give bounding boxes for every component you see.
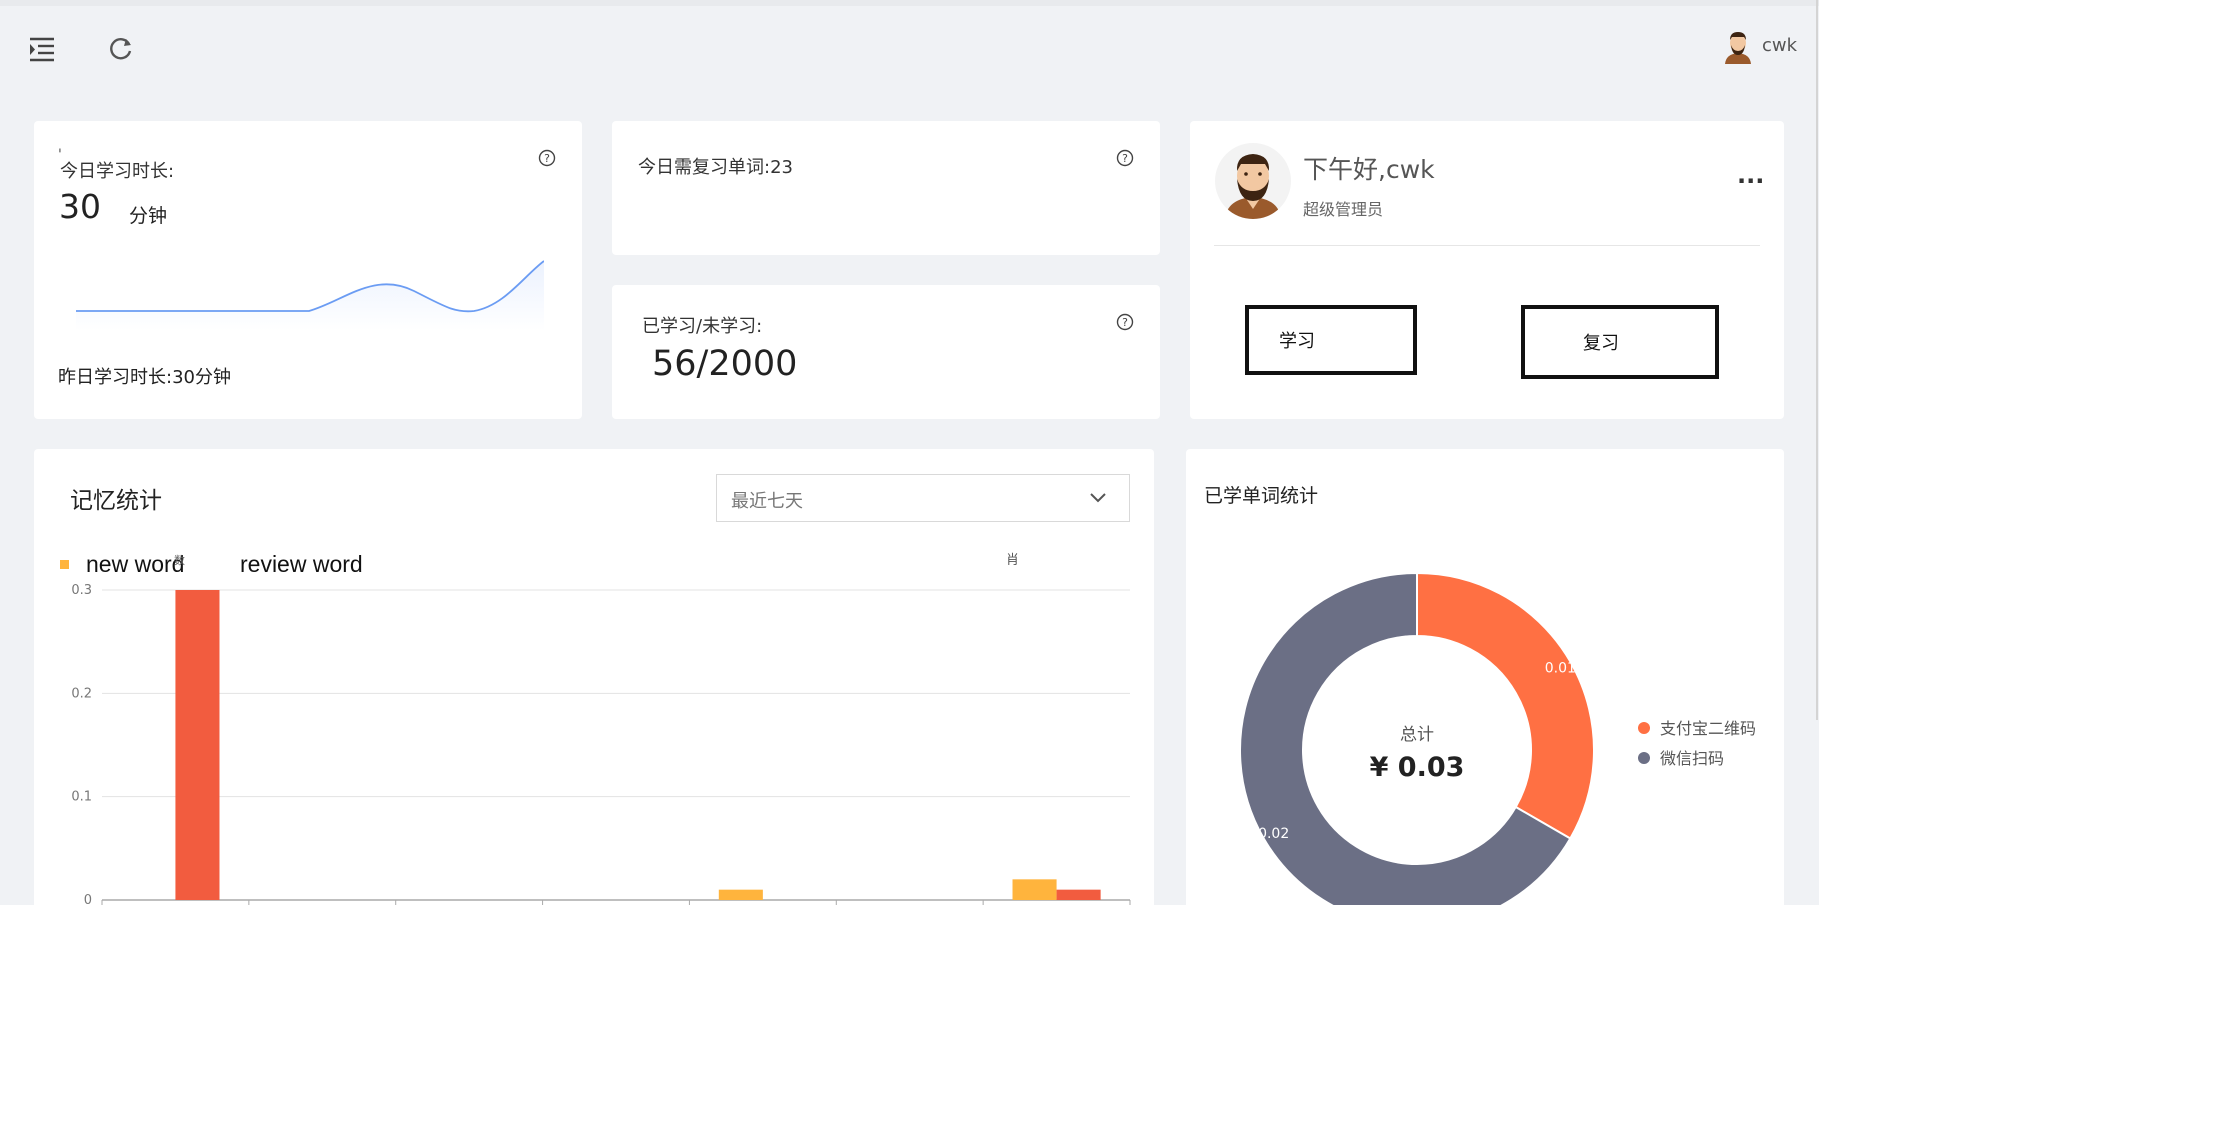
learned-card: 已学习/未学习: 56/2000 ? (612, 285, 1160, 419)
donut-slice (1416, 571, 1595, 840)
y-tick-label: 0.2 (71, 686, 92, 701)
bar (1012, 879, 1057, 900)
header-username[interactable]: cwk (1762, 35, 1797, 56)
legend-label: 支付宝二维码 (1660, 719, 1756, 738)
profile-divider (1214, 245, 1760, 246)
header-avatar[interactable] (1722, 30, 1754, 64)
donut-center-label: 总计 (1400, 725, 1434, 745)
study-time-value: 30 (59, 187, 101, 226)
help-icon[interactable]: ? (1116, 313, 1134, 331)
bar (1056, 889, 1101, 900)
date-range-select[interactable]: 最近七天 (716, 474, 1130, 522)
bar (718, 889, 763, 900)
profile-avatar (1215, 143, 1291, 219)
legend-label: 微信扫码 (1660, 749, 1724, 768)
chevron-down-icon (1090, 493, 1106, 503)
bar (175, 590, 220, 900)
greeting: 下午好,cwk (1303, 155, 1435, 184)
stray-mark: ' (58, 147, 62, 163)
study-time-card: 今日学习时长: 30 分钟 昨日学习时长:30分钟 ' ? (34, 121, 582, 419)
user-role: 超级管理员 (1303, 200, 1384, 219)
app-window: cwk 今日学习时长: 30 分钟 昨日学习时长:30分钟 ' ? 今日需复习单… (0, 0, 1819, 905)
review-button[interactable]: 复习 (1521, 305, 1719, 379)
legend-swatch (1638, 752, 1650, 764)
sparkline-line (76, 260, 544, 313)
date-range-value: 最近七天 (731, 491, 803, 512)
slice-label: 0.02 (1258, 826, 1289, 842)
indent-menu-icon[interactable] (28, 36, 56, 62)
legend-overlap-mark: 数 (174, 554, 185, 567)
legend-label: new word (86, 551, 184, 577)
learned-pie-chart: 0.01 0.02 总计 ¥ 0.03 支付宝二维码微信扫码 (1239, 571, 1756, 905)
study-time-title: 今日学习时长: (60, 161, 175, 182)
legend-swatch (1638, 722, 1650, 734)
refresh-icon[interactable] (108, 36, 134, 62)
learned-value: 56/2000 (652, 344, 798, 384)
svg-text:?: ? (1122, 152, 1128, 165)
memory-stats-title: 记忆统计 (70, 488, 162, 514)
svg-text:?: ? (544, 152, 550, 165)
yesterday-study-time: 昨日学习时长:30分钟 (58, 367, 231, 388)
more-menu-icon[interactable]: ··· (1737, 167, 1764, 195)
window-top-edge (0, 0, 1819, 6)
y-tick-label: 0 (84, 893, 92, 905)
legend-swatch (60, 560, 69, 569)
y-tick-label: 0.1 (71, 790, 92, 805)
memory-bar-chart: new word review word 数 0 0.1 0.2 0.3 (60, 551, 1131, 905)
svg-text:?: ? (1122, 316, 1128, 329)
profile-card: 下午好,cwk 超级管理员 ··· 学习 复习 (1190, 121, 1784, 419)
sparkline-area (76, 261, 544, 331)
slice-label: 0.01 (1545, 660, 1576, 676)
review-today-card: 今日需复习单词:23 ? (612, 121, 1160, 255)
help-icon[interactable]: ? (538, 149, 556, 167)
study-time-unit: 分钟 (129, 205, 168, 227)
study-button[interactable]: 学习 (1245, 305, 1417, 375)
legend-label: review word (240, 551, 363, 577)
learned-label: 已学习/未学习: (642, 316, 763, 337)
y-tick-label: 0.3 (71, 583, 92, 598)
review-today-label: 今日需复习单词:23 (638, 157, 793, 178)
study-time-sparkline (76, 260, 544, 331)
scrollbar-edge[interactable] (1816, 0, 1818, 720)
donut-center-value: ¥ 0.03 (1370, 752, 1465, 783)
help-icon[interactable]: ? (1116, 149, 1134, 167)
